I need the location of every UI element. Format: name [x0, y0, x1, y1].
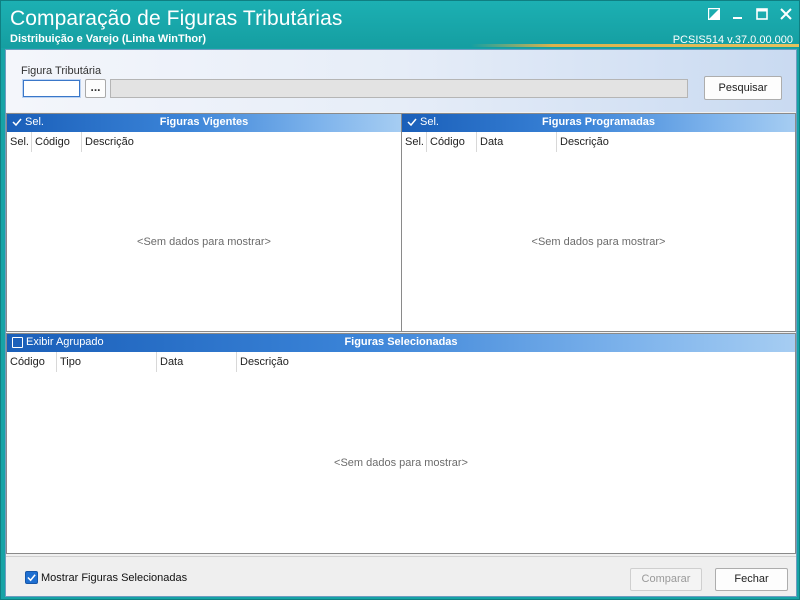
vigentes-column-headers: Sel. Código Descrição [7, 132, 401, 152]
col-sel[interactable]: Sel. [402, 132, 427, 152]
window-title: Comparação de Figuras Tributárias [10, 7, 343, 30]
pesquisar-button[interactable]: Pesquisar [704, 76, 782, 100]
programadas-empty-message: <Sem dados para mostrar> [531, 236, 666, 248]
restore-icon[interactable] [707, 7, 721, 21]
selecionadas-empty-message: <Sem dados para mostrar> [334, 457, 468, 469]
col-codigo[interactable]: Código [7, 352, 57, 372]
app-window: Comparação de Figuras Tributárias Distri… [0, 0, 800, 600]
window-controls [707, 7, 793, 21]
figuras-selecionadas-panel: Exibir Agrupado Figuras Selecionadas Cód… [6, 333, 796, 554]
mostrar-figuras-checkbox[interactable]: Mostrar Figuras Selecionadas [25, 571, 187, 584]
figuras-programadas-title: Figuras Programadas [541, 116, 656, 128]
comparar-button[interactable]: Comparar [630, 568, 702, 591]
figuras-vigentes-panel: Sel. Figuras Vigentes Sel. Código Descri… [6, 113, 402, 332]
figuras-vigentes-header: Sel. Figuras Vigentes [7, 114, 401, 132]
col-data[interactable]: Data [157, 352, 237, 372]
title-accent-line [471, 44, 799, 47]
col-descricao[interactable]: Descrição [237, 352, 795, 372]
figuras-selecionadas-title: Figuras Selecionadas [344, 336, 458, 348]
window-subtitle: Distribuição e Varejo (Linha WinThor) [10, 33, 207, 45]
figuras-programadas-header: Sel. Figuras Programadas [402, 114, 795, 132]
figuras-selecionadas-header: Exibir Agrupado Figuras Selecionadas [7, 334, 795, 352]
col-descricao[interactable]: Descrição [82, 132, 401, 152]
col-codigo[interactable]: Código [32, 132, 82, 152]
col-descricao[interactable]: Descrição [557, 132, 795, 152]
main-content: Figura Tributária ... Pesquisar Sel. Fig… [5, 49, 797, 597]
search-area: Figura Tributária ... Pesquisar [6, 50, 796, 112]
vigentes-empty-message: <Sem dados para mostrar> [137, 236, 271, 248]
figura-code-input[interactable] [22, 79, 81, 98]
lookup-button[interactable]: ... [85, 79, 106, 98]
figura-description-field [110, 79, 688, 98]
maximize-icon[interactable] [755, 7, 769, 21]
figura-tributaria-label: Figura Tributária [21, 65, 102, 77]
figuras-vigentes-title: Figuras Vigentes [159, 116, 249, 128]
fechar-button[interactable]: Fechar [715, 568, 788, 591]
col-sel[interactable]: Sel. [7, 132, 32, 152]
selecionadas-column-headers: Código Tipo Data Descrição [7, 352, 795, 372]
col-codigo[interactable]: Código [427, 132, 477, 152]
figuras-programadas-panel: Sel. Figuras Programadas Sel. Código Dat… [401, 113, 796, 332]
col-data[interactable]: Data [477, 132, 557, 152]
checkbox-checked-icon [25, 571, 38, 584]
minimize-icon[interactable] [731, 7, 745, 21]
col-tipo[interactable]: Tipo [57, 352, 157, 372]
title-bar[interactable]: Comparação de Figuras Tributárias Distri… [1, 1, 799, 48]
footer-bar: Mostrar Figuras Selecionadas Comparar Fe… [6, 556, 796, 596]
programadas-column-headers: Sel. Código Data Descrição [402, 132, 795, 152]
close-icon[interactable] [779, 7, 793, 21]
mostrar-figuras-label: Mostrar Figuras Selecionadas [41, 571, 188, 584]
